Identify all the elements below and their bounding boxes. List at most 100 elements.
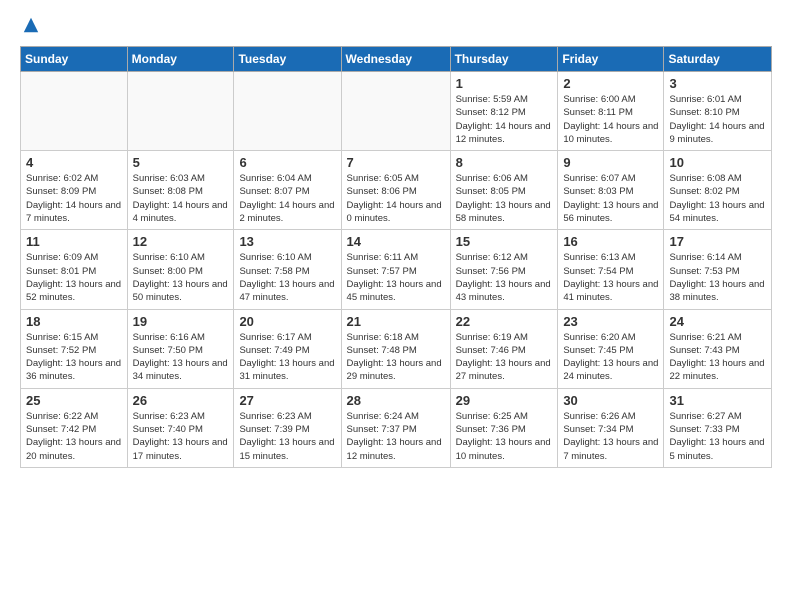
day-number: 30 (563, 393, 658, 408)
day-number: 28 (347, 393, 445, 408)
day-number: 25 (26, 393, 122, 408)
day-info: Sunrise: 5:59 AMSunset: 8:12 PMDaylight:… (456, 93, 553, 146)
day-info: Sunrise: 6:17 AMSunset: 7:49 PMDaylight:… (239, 331, 335, 384)
calendar-cell: 30 Sunrise: 6:26 AMSunset: 7:34 PMDayligh… (558, 388, 664, 467)
calendar-cell: 24 Sunrise: 6:21 AMSunset: 7:43 PMDayligh… (664, 309, 772, 388)
page: SundayMondayTuesdayWednesdayThursdayFrid… (0, 0, 792, 484)
calendar-cell: 29Sunrise: 6:25 AMSunset: 7:36 PMDayligh… (450, 388, 558, 467)
calendar-cell: 16Sunrise: 6:13 AMSunset: 7:54 PMDayligh… (558, 230, 664, 309)
calendar-table: SundayMondayTuesdayWednesdayThursdayFrid… (20, 46, 772, 468)
day-info: Sunrise: 6:25 AMSunset: 7:36 PMDaylight:… (456, 410, 553, 463)
calendar-cell: 13 Sunrise: 6:10 AMSunset: 7:58 PMDayligh… (234, 230, 341, 309)
day-info: Sunrise: 6:08 AMSunset: 8:02 PMDaylight:… (669, 172, 766, 225)
day-number: 22 (456, 314, 553, 329)
calendar-cell: 8 Sunrise: 6:06 AMSunset: 8:05 PMDaylight… (450, 151, 558, 230)
day-info: Sunrise: 6:23 AMSunset: 7:39 PMDaylight:… (239, 410, 335, 463)
calendar-cell: 3 Sunrise: 6:01 AMSunset: 8:10 PMDaylight… (664, 72, 772, 151)
logo-icon (22, 16, 40, 34)
day-info: Sunrise: 6:22 AMSunset: 7:42 PMDaylight:… (26, 410, 122, 463)
calendar-week-row: 4 Sunrise: 6:02 AMSunset: 8:09 PMDaylight… (21, 151, 772, 230)
day-number: 26 (133, 393, 229, 408)
calendar-cell (234, 72, 341, 151)
calendar-cell: 18 Sunrise: 6:15 AMSunset: 7:52 PMDayligh… (21, 309, 128, 388)
day-number: 23 (563, 314, 658, 329)
calendar-cell: 10 Sunrise: 6:08 AMSunset: 8:02 PMDayligh… (664, 151, 772, 230)
calendar-cell (21, 72, 128, 151)
calendar-week-row: 11 Sunrise: 6:09 AMSunset: 8:01 PMDayligh… (21, 230, 772, 309)
calendar-cell: 23 Sunrise: 6:20 AMSunset: 7:45 PMDayligh… (558, 309, 664, 388)
day-info: Sunrise: 6:03 AMSunset: 8:08 PMDaylight:… (133, 172, 229, 225)
calendar-week-row: 25 Sunrise: 6:22 AMSunset: 7:42 PMDayligh… (21, 388, 772, 467)
day-number: 8 (456, 155, 553, 170)
calendar-cell: 2Sunrise: 6:00 AMSunset: 8:11 PMDaylight… (558, 72, 664, 151)
day-number: 13 (239, 234, 335, 249)
day-number: 18 (26, 314, 122, 329)
calendar-cell: 22Sunrise: 6:19 AMSunset: 7:46 PMDayligh… (450, 309, 558, 388)
calendar-cell: 12 Sunrise: 6:10 AMSunset: 8:00 PMDayligh… (127, 230, 234, 309)
calendar-week-row: 18 Sunrise: 6:15 AMSunset: 7:52 PMDayligh… (21, 309, 772, 388)
day-info: Sunrise: 6:04 AMSunset: 8:07 PMDaylight:… (239, 172, 335, 225)
day-info: Sunrise: 6:09 AMSunset: 8:01 PMDaylight:… (26, 251, 122, 304)
day-info: Sunrise: 6:01 AMSunset: 8:10 PMDaylight:… (669, 93, 766, 146)
day-number: 9 (563, 155, 658, 170)
calendar-cell: 20Sunrise: 6:17 AMSunset: 7:49 PMDayligh… (234, 309, 341, 388)
day-info: Sunrise: 6:10 AMSunset: 8:00 PMDaylight:… (133, 251, 229, 304)
day-info: Sunrise: 6:18 AMSunset: 7:48 PMDaylight:… (347, 331, 445, 384)
logo (20, 16, 40, 34)
header (20, 16, 772, 34)
day-info: Sunrise: 6:13 AMSunset: 7:54 PMDaylight:… (563, 251, 658, 304)
calendar-cell: 21 Sunrise: 6:18 AMSunset: 7:48 PMDayligh… (341, 309, 450, 388)
day-number: 1 (456, 76, 553, 91)
calendar-cell: 27 Sunrise: 6:23 AMSunset: 7:39 PMDayligh… (234, 388, 341, 467)
weekday-header-wednesday: Wednesday (341, 47, 450, 72)
calendar-cell: 5 Sunrise: 6:03 AMSunset: 8:08 PMDaylight… (127, 151, 234, 230)
calendar-cell: 7 Sunrise: 6:05 AMSunset: 8:06 PMDaylight… (341, 151, 450, 230)
day-info: Sunrise: 6:10 AMSunset: 7:58 PMDaylight:… (239, 251, 335, 304)
calendar-cell: 31Sunrise: 6:27 AMSunset: 7:33 PMDayligh… (664, 388, 772, 467)
day-info: Sunrise: 6:02 AMSunset: 8:09 PMDaylight:… (26, 172, 122, 225)
calendar-header-row: SundayMondayTuesdayWednesdayThursdayFrid… (21, 47, 772, 72)
day-number: 27 (239, 393, 335, 408)
day-number: 24 (669, 314, 766, 329)
day-info: Sunrise: 6:26 AMSunset: 7:34 PMDaylight:… (563, 410, 658, 463)
calendar-cell: 26 Sunrise: 6:23 AMSunset: 7:40 PMDayligh… (127, 388, 234, 467)
weekday-header-tuesday: Tuesday (234, 47, 341, 72)
day-info: Sunrise: 6:20 AMSunset: 7:45 PMDaylight:… (563, 331, 658, 384)
calendar-cell: 6Sunrise: 6:04 AMSunset: 8:07 PMDaylight… (234, 151, 341, 230)
day-number: 15 (456, 234, 553, 249)
day-number: 5 (133, 155, 229, 170)
calendar-cell: 14Sunrise: 6:11 AMSunset: 7:57 PMDayligh… (341, 230, 450, 309)
day-number: 4 (26, 155, 122, 170)
day-number: 11 (26, 234, 122, 249)
day-number: 10 (669, 155, 766, 170)
day-number: 7 (347, 155, 445, 170)
calendar-cell: 17Sunrise: 6:14 AMSunset: 7:53 PMDayligh… (664, 230, 772, 309)
calendar-cell: 28 Sunrise: 6:24 AMSunset: 7:37 PMDayligh… (341, 388, 450, 467)
day-info: Sunrise: 6:05 AMSunset: 8:06 PMDaylight:… (347, 172, 445, 225)
calendar-cell: 25 Sunrise: 6:22 AMSunset: 7:42 PMDayligh… (21, 388, 128, 467)
day-info: Sunrise: 6:23 AMSunset: 7:40 PMDaylight:… (133, 410, 229, 463)
day-info: Sunrise: 6:00 AMSunset: 8:11 PMDaylight:… (563, 93, 658, 146)
day-number: 14 (347, 234, 445, 249)
day-info: Sunrise: 6:12 AMSunset: 7:56 PMDaylight:… (456, 251, 553, 304)
weekday-header-saturday: Saturday (664, 47, 772, 72)
day-number: 19 (133, 314, 229, 329)
day-info: Sunrise: 6:21 AMSunset: 7:43 PMDaylight:… (669, 331, 766, 384)
calendar-cell (341, 72, 450, 151)
weekday-header-sunday: Sunday (21, 47, 128, 72)
day-number: 21 (347, 314, 445, 329)
day-info: Sunrise: 6:14 AMSunset: 7:53 PMDaylight:… (669, 251, 766, 304)
calendar-cell (127, 72, 234, 151)
weekday-header-thursday: Thursday (450, 47, 558, 72)
day-info: Sunrise: 6:24 AMSunset: 7:37 PMDaylight:… (347, 410, 445, 463)
calendar-cell: 11 Sunrise: 6:09 AMSunset: 8:01 PMDayligh… (21, 230, 128, 309)
day-info: Sunrise: 6:27 AMSunset: 7:33 PMDaylight:… (669, 410, 766, 463)
calendar-cell: 15 Sunrise: 6:12 AMSunset: 7:56 PMDayligh… (450, 230, 558, 309)
day-number: 12 (133, 234, 229, 249)
weekday-header-friday: Friday (558, 47, 664, 72)
day-info: Sunrise: 6:15 AMSunset: 7:52 PMDaylight:… (26, 331, 122, 384)
day-info: Sunrise: 6:16 AMSunset: 7:50 PMDaylight:… (133, 331, 229, 384)
day-info: Sunrise: 6:06 AMSunset: 8:05 PMDaylight:… (456, 172, 553, 225)
day-info: Sunrise: 6:07 AMSunset: 8:03 PMDaylight:… (563, 172, 658, 225)
day-number: 3 (669, 76, 766, 91)
